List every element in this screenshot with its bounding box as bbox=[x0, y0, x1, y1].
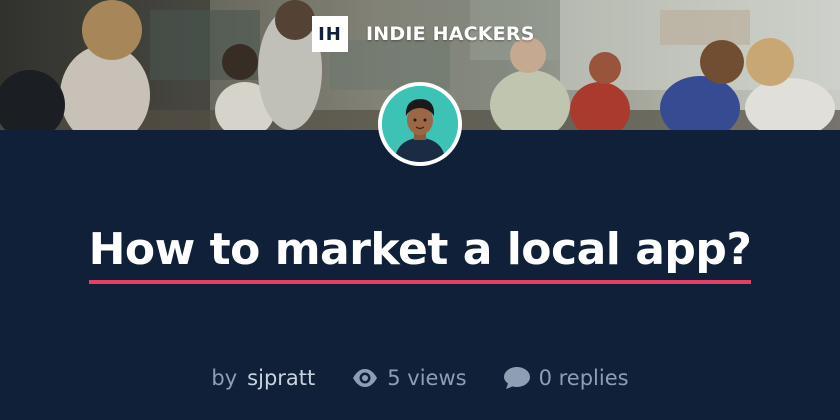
post-meta: by sjpratt 5 views 0 replies bbox=[0, 362, 840, 394]
brand-name: INDIE HACKERS bbox=[366, 23, 535, 45]
avatar-illustration bbox=[382, 86, 458, 162]
replies-count: 0 replies bbox=[538, 366, 629, 390]
indie-hackers-logo: IH bbox=[312, 16, 348, 52]
author-avatar[interactable] bbox=[378, 82, 462, 166]
person-icon bbox=[382, 86, 458, 162]
brand[interactable]: IH INDIE HACKERS bbox=[312, 16, 535, 52]
share-card: IH INDIE HACKERS How to market a local a… bbox=[0, 0, 840, 420]
author-meta: by sjpratt bbox=[211, 366, 315, 390]
speech-bubble-icon bbox=[503, 366, 531, 390]
replies-meta: 0 replies bbox=[503, 366, 629, 390]
post-title[interactable]: How to market a local app? bbox=[88, 222, 752, 284]
by-label: by bbox=[211, 366, 238, 390]
eye-icon bbox=[351, 368, 379, 388]
title-area: How to market a local app? bbox=[0, 222, 840, 284]
author-link[interactable]: sjpratt bbox=[247, 366, 315, 390]
views-count: 5 views bbox=[387, 366, 467, 390]
views-meta: 5 views bbox=[351, 366, 467, 390]
